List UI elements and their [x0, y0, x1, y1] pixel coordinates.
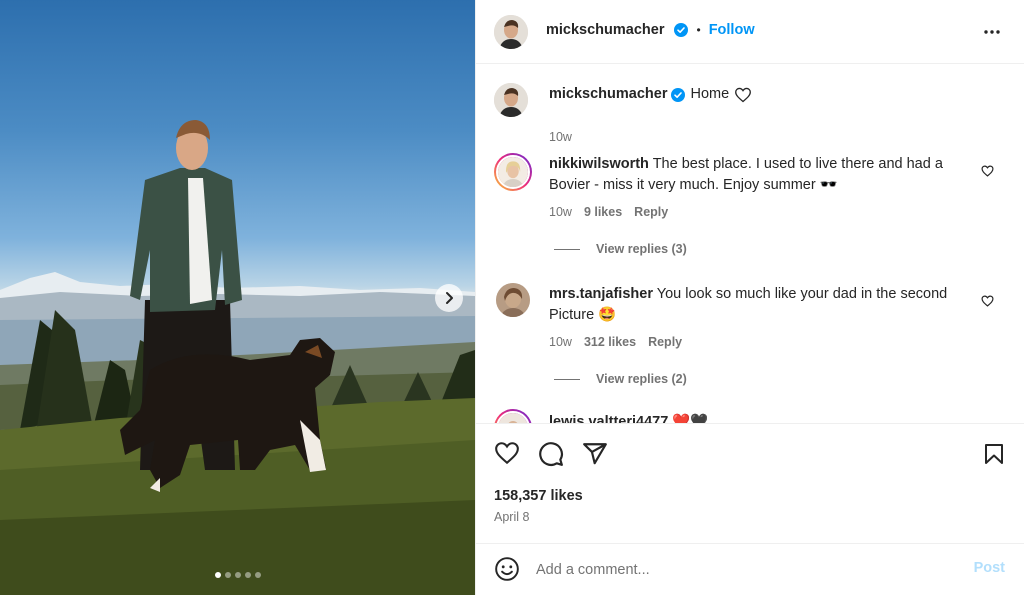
view-replies-label: View replies (3): [596, 242, 687, 256]
more-options-icon: [984, 30, 1000, 34]
commenter-avatar-story[interactable]: [494, 409, 532, 423]
verified-badge-icon: [674, 23, 689, 37]
post-details-panel: mickschumacher • Follow mickschumacher H…: [475, 0, 1024, 595]
paper-plane-icon: [583, 443, 607, 465]
comment-likes[interactable]: 9 likes: [584, 205, 622, 219]
post-actions: 158,357 likes April 8: [476, 423, 1024, 543]
comment-item: nikkiwilsworth The best place. I used to…: [494, 153, 994, 223]
author-avatar-image: [494, 15, 528, 49]
comment-like-button[interactable]: [981, 164, 994, 182]
comment-bubble-icon: [539, 442, 563, 466]
share-button[interactable]: [582, 441, 608, 472]
view-replies-button[interactable]: View replies (2): [554, 372, 687, 386]
save-button[interactable]: [982, 441, 1006, 472]
caption-timestamp[interactable]: 10w: [549, 130, 572, 144]
bookmark-icon: [985, 444, 1003, 464]
author-username[interactable]: mickschumacher: [546, 22, 664, 38]
commenter-username[interactable]: lewis.valtteri4477: [549, 414, 668, 423]
commenter-username[interactable]: mrs.tanjafisher: [549, 286, 653, 302]
commenter-username[interactable]: nikkiwilsworth: [549, 156, 649, 172]
comment-item: mrs.tanjafisher You look so much like yo…: [494, 283, 994, 353]
carousel-next-button[interactable]: [435, 284, 463, 312]
chevron-right-icon: [446, 292, 453, 304]
heart-outline-icon: [735, 87, 752, 102]
separator-dot: •: [696, 23, 701, 37]
caption-avatar-image: [494, 83, 528, 117]
comments-list[interactable]: mickschumacher Home 10w nikkiwilsworth T…: [476, 65, 1024, 423]
comment-timestamp[interactable]: 10w: [549, 205, 572, 219]
add-comment-bar: Post: [476, 543, 1024, 595]
emoji-smile-icon: [495, 557, 519, 581]
more-options-button[interactable]: [983, 23, 1001, 46]
view-replies-label: View replies (2): [596, 372, 687, 386]
comment-input[interactable]: [536, 558, 956, 582]
author-avatar[interactable]: [494, 15, 528, 49]
comment-text-line2: Picture 🤩: [549, 307, 617, 323]
commenter-avatar-story[interactable]: [494, 153, 532, 191]
carousel-dot: [214, 572, 221, 578]
heart-icon: [981, 295, 994, 307]
commenter-avatar-image: [496, 283, 530, 317]
comment-item: lewis.valtteri4477 ❤️🖤: [494, 409, 994, 423]
reply-button[interactable]: Reply: [634, 205, 668, 219]
comment-text: The best place. I used to live there and…: [652, 156, 943, 172]
verified-badge-icon: [671, 87, 686, 102]
replies-divider-line: [554, 378, 580, 380]
reply-button[interactable]: Reply: [648, 335, 682, 349]
likes-count[interactable]: 158,357 likes: [494, 488, 583, 504]
post-header: mickschumacher • Follow: [476, 0, 1024, 64]
heart-icon: [981, 165, 994, 177]
carousel-dot: [244, 572, 251, 578]
commenter-avatar-image: [496, 155, 530, 189]
commenter-avatar-image: [496, 411, 530, 423]
carousel-dot: [254, 572, 261, 578]
carousel-indicator: [0, 572, 475, 578]
like-button[interactable]: [494, 441, 520, 470]
post-comment-button[interactable]: Post: [974, 560, 1005, 576]
comment-timestamp[interactable]: 10w: [549, 335, 572, 349]
replies-divider-line: [554, 248, 580, 250]
caption-avatar[interactable]: [494, 83, 528, 117]
post-photo[interactable]: [0, 0, 475, 595]
comment-text-line2: Bovier - miss it very much. Enjoy summer…: [549, 177, 838, 193]
caption-text: Home: [690, 86, 730, 102]
post-date[interactable]: April 8: [494, 510, 529, 524]
commenter-avatar[interactable]: [496, 283, 530, 317]
caption-username[interactable]: mickschumacher: [549, 84, 667, 105]
comment-like-button[interactable]: [981, 294, 994, 312]
carousel-dot: [234, 572, 241, 578]
comment-button[interactable]: [538, 441, 564, 472]
view-replies-button[interactable]: View replies (3): [554, 242, 687, 256]
post-caption: mickschumacher Home 10w: [494, 83, 994, 144]
heart-icon: [495, 442, 519, 465]
carousel-dot: [224, 572, 231, 578]
photo-scene: [0, 120, 475, 595]
comment-text: ❤️🖤: [672, 414, 709, 423]
comment-likes[interactable]: 312 likes: [584, 335, 636, 349]
emoji-button[interactable]: [494, 556, 520, 587]
follow-button[interactable]: Follow: [709, 22, 755, 38]
comment-text: You look so much like your dad in the se…: [656, 286, 948, 302]
